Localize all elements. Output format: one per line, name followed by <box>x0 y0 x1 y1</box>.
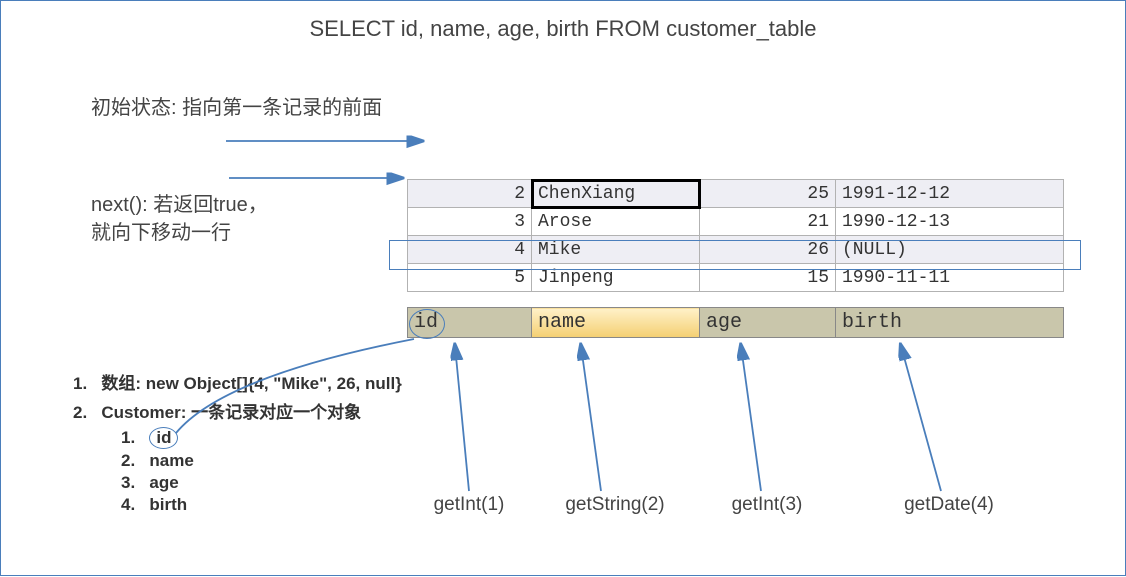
table-row: 3 Arose 21 1990-12-13 <box>408 208 1064 236</box>
sub-val: age <box>149 473 178 492</box>
getter-2: getString(2) <box>531 494 699 516</box>
initial-state-text: 初始状态: 指向第一条记录的前面 <box>91 91 382 120</box>
cell-id: 5 <box>408 264 532 292</box>
list-item: 4. birth <box>121 495 402 515</box>
list-num: 1. <box>73 374 87 393</box>
table-row: 5 Jinpeng 15 1990-11-11 <box>408 264 1064 292</box>
cell-name: ChenXiang <box>532 180 700 208</box>
getter-labels: getInt(1) getString(2) getInt(3) getDate… <box>407 494 1063 516</box>
id-field-circle: id <box>149 427 178 449</box>
sub-val: birth <box>149 495 187 514</box>
explanation-list: 1. 数组: new Object[]{4, "Mike", 26, null}… <box>73 369 402 517</box>
cell-birth: 1990-12-13 <box>836 208 1064 236</box>
cell-age: 15 <box>700 264 836 292</box>
cell-id: 2 <box>408 180 532 208</box>
sub-num: 3. <box>121 473 135 492</box>
header-name: name <box>532 308 700 338</box>
getter-4: getDate(4) <box>835 494 1063 516</box>
getter-1: getInt(1) <box>407 494 531 516</box>
sub-val: id <box>156 428 171 447</box>
sub-num: 4. <box>121 495 135 514</box>
list-label: 数组 <box>101 374 135 393</box>
cell-age: 25 <box>700 180 836 208</box>
next-description: next(): 若返回true， 就向下移动一行 <box>91 191 268 247</box>
table-row: 2 ChenXiang 25 1991-12-12 <box>408 180 1064 208</box>
list-item: 2. Customer: 一条记录对应一个对象 <box>73 398 402 423</box>
list-item: 1. id <box>121 427 402 449</box>
diagram-frame: SELECT id, name, age, birth FROM custome… <box>0 0 1126 576</box>
list-item: 2. name <box>121 451 402 471</box>
cell-birth: 1990-11-11 <box>836 264 1064 292</box>
sub-num: 2. <box>121 451 135 470</box>
list-rest: : new Object[]{4, "Mike", 26, null} <box>135 374 401 393</box>
column-header-row: id name age birth <box>407 307 1064 338</box>
arrow-getdate4-icon <box>901 346 941 491</box>
result-table: 2 ChenXiang 25 1991-12-12 3 Arose 21 199… <box>407 179 1064 292</box>
sql-title: SELECT id, name, age, birth FROM custome… <box>1 16 1125 42</box>
arrow-getint3-icon <box>741 346 761 491</box>
arrow-getint1-icon <box>455 346 469 491</box>
cell-name: Arose <box>532 208 700 236</box>
cell-age: 21 <box>700 208 836 236</box>
cell-birth: (NULL) <box>836 236 1064 264</box>
list-rest: : 一条记录对应一个对象 <box>181 403 361 422</box>
cell-age: 26 <box>700 236 836 264</box>
next-desc-line1: next(): 若返回true， <box>91 191 268 219</box>
next-desc-line2: 就向下移动一行 <box>91 219 268 247</box>
cell-name: Mike <box>532 236 700 264</box>
arrow-getstring2-icon <box>581 346 601 491</box>
table-row: 4 Mike 26 (NULL) <box>408 236 1064 264</box>
sub-val: name <box>149 451 193 470</box>
list-num: 2. <box>73 403 87 422</box>
list-item: 1. 数组: new Object[]{4, "Mike", 26, null} <box>73 369 402 394</box>
cell-name: Jinpeng <box>532 264 700 292</box>
sub-list: 1. id 2. name 3. age 4. birth <box>121 427 402 515</box>
list-item: 3. age <box>121 473 402 493</box>
cell-id: 4 <box>408 236 532 264</box>
cell-id: 3 <box>408 208 532 236</box>
cell-birth: 1991-12-12 <box>836 180 1064 208</box>
sub-num: 1. <box>121 428 135 447</box>
getter-3: getInt(3) <box>699 494 835 516</box>
header-id: id <box>408 308 532 338</box>
header-birth: birth <box>836 308 1064 338</box>
list-label: Customer <box>101 403 180 422</box>
header-age: age <box>700 308 836 338</box>
